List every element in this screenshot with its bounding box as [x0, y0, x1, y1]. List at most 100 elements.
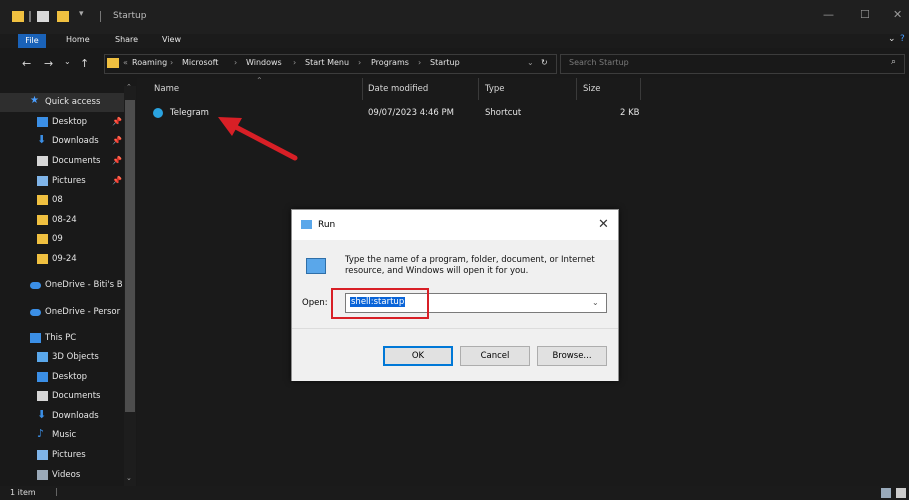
- breadcrumb-programs[interactable]: Programs: [371, 58, 409, 67]
- column-header-size[interactable]: Size: [583, 84, 600, 94]
- pin-icon: 📌: [112, 176, 122, 185]
- help-icon[interactable]: ?: [900, 34, 905, 44]
- sidebar-item-music[interactable]: ♪ Music: [0, 426, 124, 445]
- qat-dropdown-icon[interactable]: ▾: [79, 9, 89, 20]
- file-type: Shortcut: [485, 108, 522, 118]
- sidebar-item-label: 08: [52, 195, 63, 205]
- document-icon: [37, 156, 48, 166]
- sidebar-item-onedrive-bitis[interactable]: OneDrive - Biti's B: [0, 276, 124, 295]
- breadcrumb-roaming[interactable]: Roaming: [132, 58, 167, 67]
- maximize-button[interactable]: ☐: [860, 8, 870, 21]
- sidebar-item-downloads-pc[interactable]: ⬇ Downloads: [0, 407, 124, 426]
- chevron-right-icon: ›: [418, 58, 422, 67]
- video-icon: [37, 470, 48, 480]
- up-button[interactable]: ↑: [80, 57, 89, 70]
- sidebar-item-08-24[interactable]: 08-24: [0, 211, 124, 230]
- sidebar-item-desktop-pc[interactable]: Desktop: [0, 368, 124, 387]
- minimize-button[interactable]: —: [823, 8, 834, 21]
- search-input[interactable]: Search Startup ⌕: [560, 54, 905, 74]
- chevron-right-icon: ›: [234, 58, 238, 67]
- cloud-icon: [30, 282, 41, 289]
- sidebar-item-label: Pictures: [52, 450, 86, 460]
- breadcrumb-windows[interactable]: Windows: [246, 58, 282, 67]
- scroll-up-icon[interactable]: ⌃: [126, 83, 132, 91]
- details-view-icon[interactable]: [881, 488, 891, 498]
- sidebar-item-quick-access[interactable]: ★ Quick access: [0, 93, 124, 112]
- sidebar-item-pictures[interactable]: Pictures 📌: [0, 172, 124, 191]
- properties-icon[interactable]: [37, 11, 49, 22]
- sidebar-item-08[interactable]: 08: [0, 191, 124, 210]
- tab-home[interactable]: Home: [66, 35, 90, 44]
- column-divider[interactable]: [576, 78, 577, 100]
- sidebar-item-videos[interactable]: Videos: [0, 466, 124, 485]
- sidebar-item-label: Desktop: [52, 372, 88, 382]
- sidebar-item-09-24[interactable]: 09-24: [0, 250, 124, 269]
- sidebar-item-downloads[interactable]: ⬇ Downloads 📌: [0, 132, 124, 151]
- sort-up-icon: ⌃: [256, 76, 263, 85]
- breadcrumb-microsoft[interactable]: Microsoft: [182, 58, 218, 67]
- close-icon[interactable]: ✕: [598, 217, 609, 232]
- sidebar-item-pictures-pc[interactable]: Pictures: [0, 446, 124, 465]
- pin-icon: 📌: [112, 136, 122, 145]
- column-divider[interactable]: [362, 78, 363, 100]
- sidebar-item-label: OneDrive - Persor: [45, 307, 121, 317]
- column-header-type[interactable]: Type: [485, 84, 505, 94]
- pictures-icon: [37, 176, 48, 186]
- address-dropdown-icon[interactable]: ⌄: [527, 58, 534, 67]
- chevron-left-icon: «: [123, 58, 128, 67]
- sidebar-item-this-pc[interactable]: This PC: [0, 329, 124, 348]
- file-date: 09/07/2023 4:46 PM: [368, 108, 454, 118]
- run-large-icon: [306, 258, 326, 274]
- sidebar-item-09[interactable]: 09: [0, 230, 124, 249]
- sidebar-item-desktop[interactable]: Desktop 📌: [0, 113, 124, 132]
- breadcrumb-startup[interactable]: Startup: [430, 58, 460, 67]
- nav-scrollbar-thumb[interactable]: [125, 100, 135, 412]
- address-bar[interactable]: « Roaming › Microsoft › Windows › Start …: [104, 54, 557, 74]
- column-header-name[interactable]: Name: [154, 84, 179, 94]
- download-icon: ⬇: [37, 408, 47, 421]
- sidebar-item-label: 09: [52, 234, 63, 244]
- large-icons-view-icon[interactable]: [896, 488, 906, 498]
- sidebar-item-label: Music: [52, 430, 77, 440]
- tab-share[interactable]: Share: [115, 35, 138, 44]
- sidebar-item-documents[interactable]: Documents 📌: [0, 152, 124, 171]
- close-button[interactable]: ✕: [893, 8, 902, 21]
- sidebar-item-label: Desktop: [52, 117, 88, 127]
- scroll-down-icon[interactable]: ⌄: [126, 474, 132, 482]
- recent-locations-icon[interactable]: ⌄: [64, 57, 71, 66]
- desktop-folder-icon: [37, 372, 48, 382]
- dialog-title: Run: [318, 220, 336, 230]
- folder-icon: [37, 254, 48, 264]
- star-icon: ★: [30, 95, 39, 106]
- download-icon: ⬇: [37, 133, 47, 146]
- tab-view[interactable]: View: [162, 35, 181, 44]
- pictures-icon: [37, 450, 48, 460]
- new-folder-icon[interactable]: [57, 11, 69, 22]
- sidebar-item-3d-objects[interactable]: 3D Objects: [0, 348, 124, 367]
- column-divider[interactable]: [478, 78, 479, 100]
- cancel-button[interactable]: Cancel: [460, 346, 530, 366]
- sidebar-item-label: Videos: [52, 470, 81, 480]
- sidebar-item-documents-pc[interactable]: Documents: [0, 387, 124, 406]
- refresh-icon[interactable]: ↻: [541, 58, 548, 67]
- column-header-date[interactable]: Date modified: [368, 84, 428, 94]
- forward-button[interactable]: →: [44, 57, 53, 70]
- ok-button[interactable]: OK: [383, 346, 453, 366]
- window-title: Startup: [113, 11, 147, 21]
- tab-file[interactable]: File: [18, 34, 46, 48]
- folder-icon: [37, 195, 48, 205]
- folder-icon: [107, 58, 119, 68]
- column-divider[interactable]: [640, 78, 641, 100]
- run-icon: [301, 220, 312, 229]
- sidebar-item-onedrive-personal[interactable]: OneDrive - Persor: [0, 303, 124, 322]
- ribbon-expand-icon[interactable]: ⌄: [888, 34, 896, 44]
- telegram-icon: [153, 108, 163, 118]
- chevron-down-icon[interactable]: ⌄: [592, 298, 599, 307]
- folder-icon: [37, 215, 48, 225]
- browse-button[interactable]: Browse...: [537, 346, 607, 366]
- breadcrumb-start-menu[interactable]: Start Menu: [305, 58, 349, 67]
- sidebar-item-label: Documents: [52, 391, 101, 401]
- open-label: Open:: [302, 298, 328, 308]
- back-button[interactable]: ←: [22, 57, 31, 70]
- file-name[interactable]: Telegram: [170, 108, 209, 118]
